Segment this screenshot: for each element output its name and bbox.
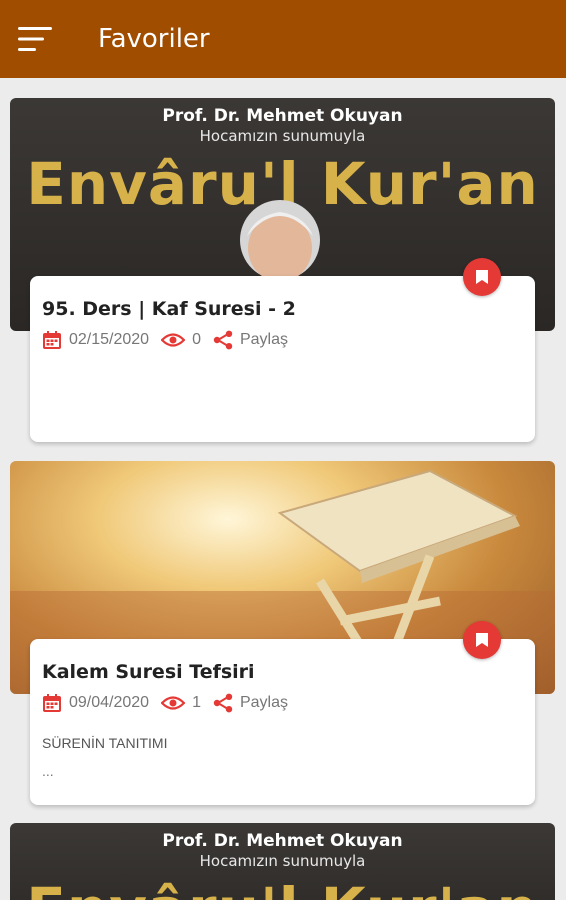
item-card[interactable]: 95. Ders | Kaf Suresi - 2 02/15/2020 0 P… <box>30 276 535 442</box>
bookmark-button[interactable] <box>463 258 501 296</box>
item-title: Kalem Suresi Tefsiri <box>42 661 255 683</box>
app-bar: Favoriler <box>0 0 566 78</box>
share-button[interactable]: Paylaş <box>213 693 288 713</box>
menu-icon <box>18 27 52 51</box>
item-views: 1 <box>192 694 201 711</box>
banner-author: Prof. Dr. Mehmet Okuyan <box>162 106 403 126</box>
item-thumbnail[interactable]: Prof. Dr. Mehmet Okuyan Hocamızın sunumu… <box>10 823 555 900</box>
list-item[interactable]: Prof. Dr. Mehmet Okuyan Hocamızın sunumu… <box>10 823 555 900</box>
presenter-portrait <box>240 200 320 278</box>
bookmark-icon <box>476 270 488 284</box>
item-description-more: ... <box>42 763 54 779</box>
item-date: 02/15/2020 <box>69 331 150 348</box>
banner-subtitle: Hocamızın sunumuyla <box>199 852 366 870</box>
menu-button[interactable] <box>18 19 78 59</box>
item-meta: 02/15/2020 0 Paylaş <box>42 330 300 350</box>
bookmark-icon <box>476 633 488 647</box>
banner-subtitle: Hocamızın sunumuyla <box>199 127 366 145</box>
calendar-icon <box>43 694 61 712</box>
banner-author: Prof. Dr. Mehmet Okuyan <box>162 831 403 851</box>
share-label: Paylaş <box>239 694 289 711</box>
item-card[interactable]: Kalem Suresi Tefsiri 09/04/2020 1 Paylaş… <box>30 639 535 805</box>
meta-views: 0 <box>161 331 201 349</box>
item-meta: 09/04/2020 1 Paylaş <box>42 693 300 713</box>
eye-icon <box>161 333 186 347</box>
banner-title: Envâru'l Kur'an <box>10 875 555 900</box>
meta-date: 09/04/2020 <box>42 693 149 713</box>
eye-icon <box>161 696 186 710</box>
list-item[interactable]: Kalem Suresi Tefsiri 09/04/2020 1 Paylaş… <box>10 461 555 805</box>
calendar-icon <box>43 331 61 349</box>
page-title: Favoriler <box>98 24 210 54</box>
meta-date: 02/15/2020 <box>42 330 149 350</box>
item-description: SÜRENİN TANITIMI <box>42 735 168 751</box>
item-date: 09/04/2020 <box>69 694 150 711</box>
meta-views: 1 <box>161 694 201 712</box>
share-icon <box>213 330 233 350</box>
share-button[interactable]: Paylaş <box>213 330 288 350</box>
share-label: Paylaş <box>239 331 289 348</box>
list-item[interactable]: Prof. Dr. Mehmet Okuyan Hocamızın sunumu… <box>10 98 555 442</box>
item-title: 95. Ders | Kaf Suresi - 2 <box>42 298 296 320</box>
bookmark-button[interactable] <box>463 621 501 659</box>
share-icon <box>213 693 233 713</box>
item-views: 0 <box>192 331 201 348</box>
